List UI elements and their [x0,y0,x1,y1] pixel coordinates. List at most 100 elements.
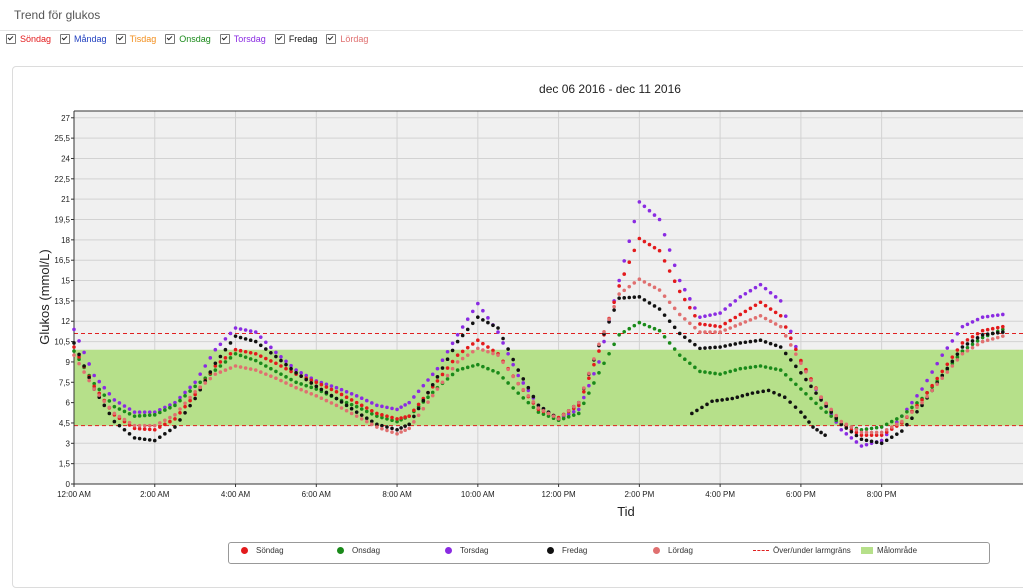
data-point [960,324,965,329]
data-point [279,372,283,376]
data-point [416,389,421,394]
data-point [107,405,112,410]
data-point [1001,334,1005,338]
data-point [531,394,536,399]
data-point [945,346,950,350]
data-point [900,419,904,424]
data-point [183,394,187,398]
data-point [127,412,132,416]
data-point [708,345,712,350]
data-point [627,295,632,300]
data-point [682,357,687,362]
data-point [551,414,556,418]
data-point [698,315,702,319]
data-point [718,311,722,315]
data-point [657,248,662,253]
data-point [652,285,657,290]
data-point [364,416,369,421]
data-point [496,353,500,357]
data-point [788,358,793,362]
data-point [238,348,243,353]
data-point [725,397,729,402]
data-point [849,429,854,434]
data-point [426,378,430,382]
data-point [960,351,965,356]
data-point [612,342,616,347]
data-point [349,392,354,396]
data-point [269,374,273,378]
data-point [334,403,339,408]
data-point [491,368,495,373]
data-point [72,349,76,353]
data-point [213,368,218,372]
glucose-chart: 0 1,5 3 4,5 6 7,5 9 10,5 12 13,5 15 16,5 18 19,5 21 22,… [37,82,1023,519]
data-point [647,324,652,329]
data-point [925,394,929,399]
data-point [359,413,364,417]
data-point [354,404,359,409]
data-point [970,339,975,343]
data-point [566,415,571,419]
data-point [416,402,421,407]
data-point [380,404,384,409]
data-point [592,362,596,367]
data-point [632,295,637,299]
data-point [758,300,763,305]
y-tick-label: 12 [61,317,70,326]
data-point [168,419,172,424]
data-point [132,414,137,418]
data-point [682,287,687,292]
data-point [521,396,526,400]
data-point [168,405,172,410]
data-point [334,385,339,390]
data-point [829,414,833,418]
data-point [324,398,329,403]
data-point [788,329,793,334]
data-point [834,413,839,418]
data-point [178,410,182,415]
data-point [773,310,778,315]
data-point [859,430,864,435]
data-point [758,282,763,287]
data-point [667,269,672,273]
data-point [637,277,642,281]
data-point [804,392,808,396]
data-point [783,373,788,377]
data-point [750,391,755,395]
data-point [107,411,112,416]
data-point [879,430,884,435]
data-point [869,430,874,435]
data-point [627,260,632,265]
data-point [183,401,187,406]
data-point [662,294,667,298]
x-axis-label: Tid [617,504,635,519]
data-point [264,340,268,345]
y-tick-label: 15 [61,277,70,286]
data-point [763,340,768,344]
data-point [925,390,929,395]
data-point [677,312,682,317]
data-point [359,407,364,411]
data-point [385,414,389,418]
x-tick-label: 8:00 AM [382,490,412,499]
data-point [657,307,662,311]
data-point [470,364,475,368]
data-point [592,371,596,376]
data-point [324,385,329,389]
data-point [773,343,778,348]
data-point [491,351,495,356]
data-point [576,411,581,416]
data-point [738,322,743,326]
data-point [460,356,465,361]
x-tick-label: 6:00 AM [302,490,332,499]
y-tick-label: 10,5 [54,338,70,347]
x-tick-label: 12:00 AM [57,490,91,499]
data-point [228,351,233,356]
data-point [72,345,76,349]
data-point [430,390,435,395]
data-point [677,289,682,294]
data-point [289,377,293,382]
data-point [163,422,167,427]
data-point [849,436,854,440]
y-tick-label: 13,5 [54,297,70,306]
